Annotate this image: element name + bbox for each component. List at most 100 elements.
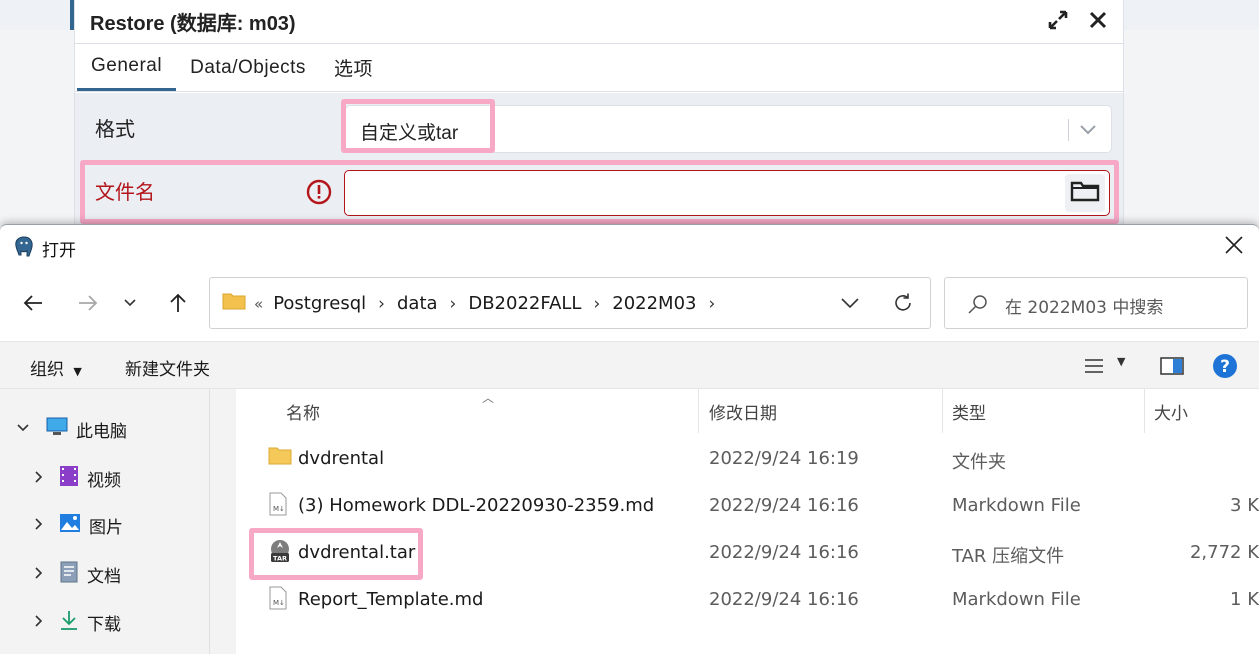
- file-list: ︿ 名称 修改日期 类型 大小 dvdrental 2022/9/24 16:1…: [236, 389, 1259, 654]
- browse-folder-button[interactable]: [1065, 174, 1105, 212]
- chevron-down-icon[interactable]: [1077, 118, 1099, 145]
- restore-title: Restore (数据库: m03): [90, 13, 296, 35]
- file-date: 2022/9/24 16:16: [709, 542, 859, 563]
- file-type: TAR 压缩文件: [952, 546, 1065, 567]
- documents-icon: [59, 561, 79, 588]
- column-divider[interactable]: [942, 389, 943, 433]
- preview-pane-icon[interactable]: [1160, 356, 1184, 380]
- column-header-date[interactable]: 修改日期: [709, 399, 777, 437]
- video-icon: [59, 465, 79, 492]
- filename-label: 文件名: [95, 182, 155, 204]
- column-header-type[interactable]: 类型: [952, 399, 986, 437]
- close-icon[interactable]: [1087, 9, 1109, 36]
- restore-dialog: Restore (数据库: m03) General Data/Objects …: [74, 0, 1124, 240]
- tree-item-label: 下载: [87, 615, 121, 635]
- chevron-right-icon[interactable]: [32, 613, 56, 633]
- new-folder-button[interactable]: 新建文件夹: [125, 355, 210, 380]
- search-box[interactable]: 在 2022M03 中搜索: [944, 277, 1248, 329]
- dropdown-caret-icon: ▼: [73, 365, 82, 378]
- breadcrumb-overflow[interactable]: «: [254, 295, 263, 313]
- pane-splitter[interactable]: [210, 389, 236, 654]
- file-date: 2022/9/24 16:16: [709, 495, 859, 516]
- refresh-icon[interactable]: [892, 292, 914, 318]
- search-icon: [967, 294, 989, 320]
- svg-text:?: ?: [1220, 357, 1230, 377]
- filename-input[interactable]: [344, 170, 1110, 216]
- format-label: 格式: [95, 119, 135, 141]
- chevron-right-icon[interactable]: [32, 516, 56, 536]
- column-header-size[interactable]: 大小: [1154, 399, 1188, 437]
- chevron-down-icon[interactable]: [16, 420, 40, 440]
- organize-label: 组织: [30, 360, 64, 380]
- recent-locations-chevron-icon[interactable]: [122, 294, 138, 314]
- folder-icon: [1070, 179, 1100, 208]
- folder-icon: [222, 291, 246, 316]
- address-bar[interactable]: « Postgresql › data › DB2022FALL › 2022M…: [209, 277, 931, 329]
- search-placeholder: 在 2022M03 中搜索: [1005, 298, 1164, 318]
- select-separator: [1068, 119, 1069, 141]
- tab-data-objects[interactable]: Data/Objects: [176, 44, 320, 91]
- file-date: 2022/9/24 16:19: [709, 448, 859, 469]
- breadcrumb-item[interactable]: DB2022FALL: [468, 293, 581, 314]
- restore-form: 格式 自定义或tar 文件名: [75, 93, 1123, 240]
- open-file-dialog: 打开 « Postgresql › data › DB2022FALL › 20…: [0, 224, 1259, 654]
- address-history-chevron-icon[interactable]: [840, 295, 860, 315]
- tree-item-label: 此电脑: [76, 422, 127, 442]
- breadcrumb-item[interactable]: Postgresql: [273, 293, 366, 314]
- file-name: Report_Template.md: [298, 589, 484, 610]
- file-row[interactable]: dvdrental 2022/9/24 16:19 文件夹: [236, 436, 1259, 482]
- tree-item-documents[interactable]: 文档: [32, 561, 121, 588]
- downloads-icon: [59, 609, 79, 636]
- tab-general[interactable]: General: [77, 44, 177, 91]
- file-date: 2022/9/24 16:16: [709, 589, 859, 610]
- view-options-icon[interactable]: [1084, 357, 1104, 379]
- restore-tabs: General Data/Objects 选项: [75, 44, 1123, 92]
- folder-icon: [268, 445, 292, 471]
- breadcrumb-separator-icon[interactable]: ›: [378, 294, 385, 314]
- svg-text:M↓: M↓: [273, 599, 285, 607]
- pictures-icon: [59, 513, 81, 538]
- file-type: 文件夹: [952, 452, 1006, 473]
- file-size: 3 K: [1230, 495, 1259, 516]
- breadcrumb-separator-icon[interactable]: ›: [709, 294, 716, 314]
- organize-button[interactable]: 组织 ▼: [30, 355, 82, 380]
- tree-item-label: 视频: [87, 471, 121, 491]
- tab-options[interactable]: 选项: [320, 44, 387, 91]
- help-icon[interactable]: ?: [1212, 353, 1238, 383]
- markdown-file-icon: M↓: [268, 492, 288, 520]
- view-dropdown-caret-icon[interactable]: ▼: [1117, 355, 1125, 368]
- forward-arrow-icon[interactable]: [76, 291, 100, 319]
- command-bar: 组织 ▼ 新建文件夹 ▼ ?: [0, 341, 1259, 389]
- error-icon: [306, 179, 332, 210]
- chevron-right-icon[interactable]: [32, 469, 56, 489]
- open-dialog-title: 打开: [42, 241, 76, 261]
- column-divider[interactable]: [698, 389, 699, 433]
- file-row[interactable]: M↓ Report_Template.md 2022/9/24 16:16 Ma…: [236, 577, 1259, 623]
- file-type: Markdown File: [952, 495, 1081, 516]
- file-size: 2,772 K: [1189, 542, 1259, 563]
- tree-item-pictures[interactable]: 图片: [32, 513, 123, 538]
- close-icon[interactable]: [1223, 234, 1245, 260]
- breadcrumb-separator-icon[interactable]: ›: [450, 294, 457, 314]
- breadcrumb-separator-icon[interactable]: ›: [593, 294, 600, 314]
- up-arrow-icon[interactable]: [166, 291, 190, 319]
- computer-icon: [46, 417, 68, 442]
- open-title-bar: 打开: [0, 225, 1259, 267]
- breadcrumb-item[interactable]: data: [397, 293, 438, 314]
- chevron-right-icon[interactable]: [32, 565, 56, 585]
- column-divider[interactable]: [1144, 389, 1145, 433]
- breadcrumb-item[interactable]: 2022M03: [612, 293, 696, 314]
- tree-item-downloads[interactable]: 下载: [32, 609, 121, 636]
- sort-ascending-icon: ︿: [482, 391, 495, 405]
- svg-text:M↓: M↓: [273, 505, 285, 513]
- back-arrow-icon[interactable]: [21, 291, 45, 319]
- selected-file-highlight: [249, 528, 423, 580]
- tree-item-this-pc[interactable]: 此电脑: [16, 417, 127, 442]
- tree-item-videos[interactable]: 视频: [32, 465, 121, 492]
- file-row[interactable]: M↓ (3) Homework DDL-20220930-2359.md 202…: [236, 483, 1259, 529]
- markdown-file-icon: M↓: [268, 586, 288, 614]
- maximize-icon[interactable]: [1047, 9, 1069, 36]
- navigation-bar: « Postgresql › data › DB2022FALL › 2022M…: [0, 277, 1259, 331]
- column-header-name[interactable]: 名称: [286, 399, 320, 437]
- tree-item-label: 文档: [87, 567, 121, 587]
